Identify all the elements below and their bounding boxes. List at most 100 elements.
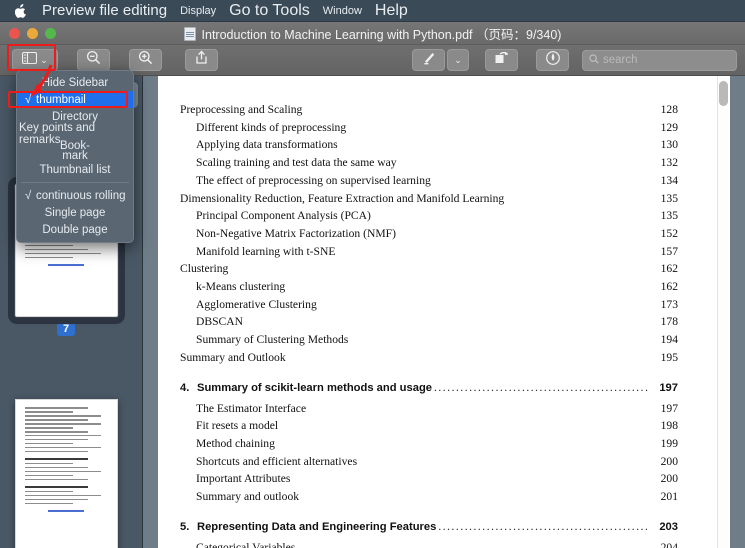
toc-label: Important Attributes (196, 470, 290, 488)
zoom-out-button[interactable] (77, 49, 110, 71)
close-button[interactable] (9, 28, 20, 39)
toc-entry[interactable]: Shortcuts and efficient alternatives 200 (180, 453, 678, 471)
toc-page: 157 (652, 243, 678, 261)
toc-page: 199 (652, 435, 678, 453)
thumbnail-page-label-7: 7 (57, 322, 75, 336)
menu-item-label: Double page (42, 224, 107, 236)
sidebar-view-dropdown-menu[interactable]: Hide Sidebar √ thumbnail Directory Key p… (16, 70, 134, 243)
toc-entry[interactable]: Manifold learning with t-SNE157 (180, 243, 678, 261)
menu-item-label: Thumbnail list (40, 164, 111, 176)
menu-item-hide-sidebar[interactable]: Hide Sidebar (17, 74, 133, 91)
menu-item-thumbnail[interactable]: √ thumbnail (17, 91, 133, 108)
menu-help[interactable]: Help (375, 2, 408, 20)
apple-logo-icon[interactable] (14, 3, 28, 19)
toc-entry[interactable]: k-Means clustering 162 (180, 278, 678, 296)
toc-chapter-4[interactable]: 4. Summary of scikit-learn methods and u… (180, 380, 678, 397)
toc-label: k-Means clustering (196, 278, 285, 296)
magnifier-minus-icon (86, 50, 101, 70)
toc-entry[interactable]: Different kinds of preprocessing129 (180, 119, 678, 137)
toc-label: Non-Negative Matrix Factorization (NMF) (196, 225, 396, 243)
toc-label: Applying data transformations (196, 136, 338, 154)
toc-label: Fit resets a model (196, 417, 278, 435)
toc-entry[interactable]: Preprocessing and Scaling128 (180, 101, 678, 119)
menu-item-single-page[interactable]: Single page (17, 204, 133, 221)
toc-entry[interactable]: Principal Component Analysis (PCA) 135 (180, 207, 678, 225)
toc-entry[interactable]: Non-Negative Matrix Factorization (NMF)1… (180, 225, 678, 243)
window-title-container: Introduction to Machine Learning with Py… (0, 22, 745, 45)
toc-entry[interactable]: Agglomerative Clustering173 (180, 296, 678, 314)
toc-entry[interactable]: Dimensionality Reduction, Feature Extrac… (180, 190, 678, 208)
toc-page: 197 (652, 400, 678, 418)
share-button[interactable] (185, 49, 218, 71)
table-of-contents: Preprocessing and Scaling128 Different k… (180, 101, 678, 548)
chevron-down-icon[interactable]: ⌄ (40, 55, 48, 66)
pdf-page: Preprocessing and Scaling128 Different k… (158, 76, 730, 548)
menu-item-thumbnail-list[interactable]: Thumbnail list (17, 161, 133, 178)
sidebar-toggle-button[interactable]: ⌄ (12, 49, 58, 71)
page-scrollbar-thumb[interactable] (719, 81, 728, 106)
thumbnail-page-next[interactable] (15, 399, 118, 548)
toc-entry[interactable]: Important Attributes200 (180, 470, 678, 488)
highlight-circle-icon (545, 50, 561, 71)
share-upload-icon (195, 50, 208, 70)
toc-entry[interactable]: Summary and outlook201 (180, 488, 678, 506)
rotate-icon (494, 50, 510, 70)
toc-label: Principal Component Analysis (PCA) (196, 207, 371, 225)
sidebar-panel-icon (22, 51, 37, 69)
toc-page: 173 (652, 296, 678, 314)
toc-label: DBSCAN (196, 313, 243, 331)
magnifier-plus-icon (138, 50, 153, 70)
minimize-button[interactable] (27, 28, 38, 39)
toc-label: Preprocessing and Scaling (180, 101, 302, 119)
chapter-page: 203 (652, 519, 678, 536)
toc-entry[interactable]: Method chaining 199 (180, 435, 678, 453)
window-titlebar: Introduction to Machine Learning with Py… (0, 22, 745, 45)
markup-options-button[interactable]: ⌄ (447, 49, 469, 71)
page-scrollbar[interactable] (717, 76, 730, 548)
annotate-button[interactable] (536, 49, 569, 71)
toc-entry[interactable]: Summary of Clustering Methods194 (180, 331, 678, 349)
toc-entry[interactable]: DBSCAN 178 (180, 313, 678, 331)
toc-label: Summary and Outlook (180, 349, 286, 367)
leader-dots: ........................................… (434, 380, 650, 397)
toc-entry[interactable]: Clustering162 (180, 260, 678, 278)
toc-entry[interactable]: Categorical Variables204 (180, 539, 678, 548)
rotate-button[interactable] (485, 49, 518, 71)
menu-display[interactable]: Display (180, 5, 216, 17)
zoom-button[interactable] (45, 28, 56, 39)
toc-entry[interactable]: The effect of preprocessing on supervise… (180, 172, 678, 190)
toc-entry[interactable]: The Estimator Interface197 (180, 400, 678, 418)
menu-item-label-line2: mark (62, 152, 88, 162)
toc-page: 178 (652, 313, 678, 331)
toc-label: Method chaining (196, 435, 275, 453)
search-placeholder-text: search (603, 54, 638, 66)
toc-page: 162 (652, 278, 678, 296)
search-field[interactable]: search (582, 50, 737, 71)
toc-page: 135 (652, 207, 678, 225)
menu-item-continuous-rolling[interactable]: √ continuous rolling (17, 187, 133, 204)
menu-window[interactable]: Window (323, 5, 362, 17)
menu-item-label: continuous rolling (36, 190, 126, 202)
toc-label: Summary and outlook (196, 488, 299, 506)
toc-page: 134 (652, 172, 678, 190)
pen-markup-icon (422, 50, 436, 70)
toc-page: 195 (652, 349, 678, 367)
menu-preview-file-editing[interactable]: Preview file editing (42, 2, 167, 19)
toc-chapter-5[interactable]: 5. Representing Data and Engineering Fea… (180, 519, 678, 536)
chapter-number: 4. (180, 380, 197, 397)
chevron-down-icon[interactable]: ⌄ (454, 55, 462, 66)
menu-go-to-tools[interactable]: Go to Tools (229, 2, 310, 20)
toc-page: 162 (652, 260, 678, 278)
toc-label: Shortcuts and efficient alternatives (196, 453, 357, 471)
toc-entry[interactable]: Summary and Outlook 195 (180, 349, 678, 367)
menu-item-double-page[interactable]: Double page (17, 221, 133, 238)
zoom-in-button[interactable] (129, 49, 162, 71)
markup-button[interactable] (412, 49, 445, 71)
toc-page: 200 (652, 453, 678, 471)
toc-entry[interactable]: Fit resets a model198 (180, 417, 678, 435)
pdf-document-icon (184, 27, 196, 41)
toc-page: 204 (652, 539, 678, 548)
toc-entry[interactable]: Applying data transformations130 (180, 136, 678, 154)
chapter-label: Representing Data and Engineering Featur… (197, 519, 436, 536)
toc-entry[interactable]: Scaling training and test data the same … (180, 154, 678, 172)
